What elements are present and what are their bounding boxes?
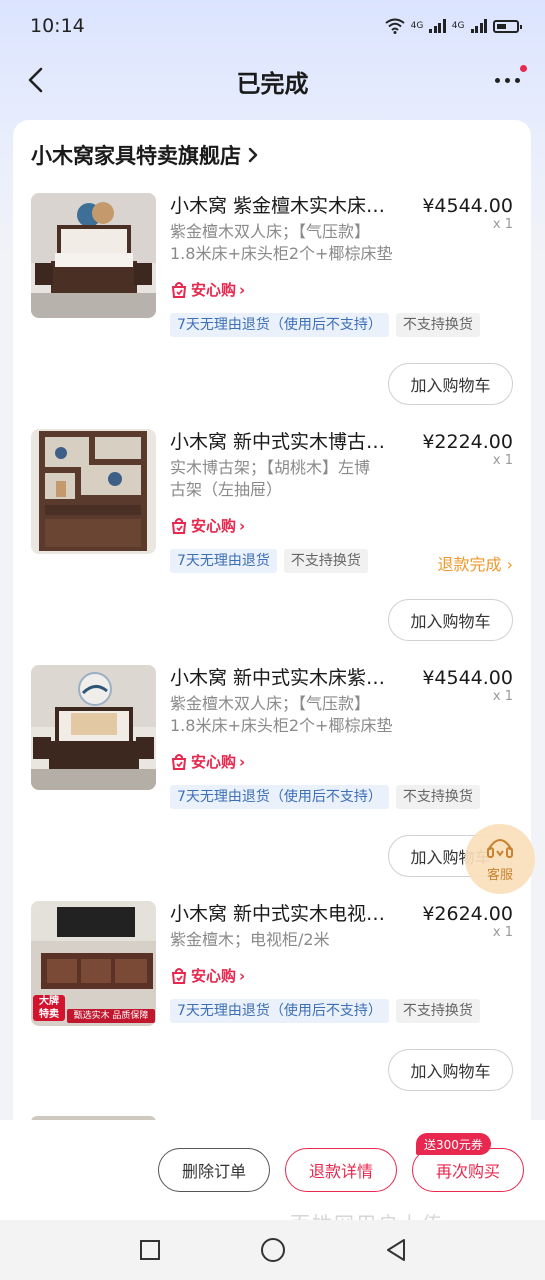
product-qty: x 1 (492, 689, 513, 704)
chevron-right-icon: › (239, 966, 246, 985)
spec-line: 1.8米床+床头柜2个+椰棕床垫 (170, 716, 393, 735)
service-tags: 7天无理由退货（使用后不支持） 不支持换货 (170, 313, 480, 337)
product-price: ¥2624.00 (422, 903, 513, 925)
headset-icon (487, 838, 513, 858)
bottom-action-bar: 删除订单 退款详情 再次购买 送300元券 百姓网用户上传 (0, 1120, 545, 1236)
assurance-badge[interactable]: 安心购 › (170, 965, 245, 986)
customer-service-label: 客服 (486, 867, 513, 883)
refund-status-link[interactable]: 退款完成 › (437, 551, 513, 575)
product-price: ¥4544.00 (422, 667, 513, 689)
chevron-right-icon: › (239, 280, 246, 299)
order-item[interactable]: 小木窝 新中式实木床紫… ¥4544.00 x 1 紫金檀木双人床；【气压款】 … (13, 665, 531, 901)
product-spec: 紫金檀木双人床；【气压款】 1.8米床+床头柜2个+椰棕床垫 (170, 693, 420, 737)
product-image[interactable] (31, 429, 156, 554)
add-to-cart-button[interactable]: 加入购物车 (388, 1049, 513, 1091)
service-tags: 7天无理由退货（使用后不支持） 不支持换货 (170, 999, 480, 1023)
store-link[interactable]: 小木窝家具特卖旗舰店 (31, 140, 259, 170)
coupon-badge: 送300元券 (416, 1133, 491, 1155)
product-image[interactable] (31, 665, 156, 790)
assurance-label: 安心购 (191, 517, 237, 535)
spec-line: 1.8米床+床头柜2个+椰棕床垫 (170, 244, 393, 263)
chevron-right-icon: › (239, 516, 246, 535)
chevron-right-icon: › (506, 555, 513, 574)
nav-bar: 已完成 (0, 52, 545, 108)
return-tag: 7天无理由退货（使用后不支持） (170, 999, 389, 1023)
spec-line: 紫金檀木双人床；【气压款】 (170, 694, 371, 713)
return-tag: 7天无理由退货（使用后不支持） (170, 313, 389, 337)
brand-sale-badge: 大牌 特卖 (33, 995, 65, 1021)
exchange-tag: 不支持换货 (283, 549, 368, 573)
assurance-label: 安心购 (191, 967, 237, 985)
product-image[interactable]: 大牌 特卖 甄选实木 品质保障 (31, 901, 156, 1026)
notification-dot (520, 65, 527, 72)
assurance-badge[interactable]: 安心购 › (170, 279, 245, 300)
spec-line: 紫金檀木；电视柜/2米 (170, 930, 330, 949)
system-navigation-bar (0, 1220, 545, 1280)
assurance-label: 安心购 (191, 753, 237, 771)
spec-line: 实木博古架；【胡桃木】左博 (170, 458, 371, 477)
assurance-badge[interactable]: 安心购 › (170, 751, 245, 772)
order-card: 小木窝家具特卖旗舰店 小木窝 紫金檀木实木床… ¥4544.00 x 1 紫金檀… (13, 120, 531, 1120)
bag-icon (171, 967, 187, 984)
exchange-tag: 不支持换货 (395, 999, 480, 1023)
status-bar: 10:14 4G 4G (0, 0, 545, 52)
product-title[interactable]: 小木窝 新中式实木博古… (170, 429, 420, 455)
product-qty: x 1 (492, 453, 513, 468)
status-time: 10:14 (30, 15, 85, 37)
network-label-2: 4G (451, 21, 465, 31)
page-title: 已完成 (236, 70, 309, 98)
signal-icon (429, 19, 446, 33)
order-item[interactable]: 小木窝 紫金檀木实木床… ¥4544.00 x 1 紫金檀木双人床；【气压款】 … (13, 193, 531, 429)
return-tag: 7天无理由退货（使用后不支持） (170, 785, 389, 809)
exchange-tag: 不支持换货 (395, 785, 480, 809)
product-spec: 紫金檀木；电视柜/2米 (170, 929, 420, 951)
add-to-cart-button[interactable]: 加入购物车 (388, 363, 513, 405)
home-icon[interactable] (259, 1236, 287, 1264)
product-title[interactable]: 小木窝 紫金檀木实木床… (170, 193, 420, 219)
product-price: ¥4544.00 (422, 195, 513, 217)
product-title[interactable]: 小木窝 新中式实木床紫… (170, 665, 420, 691)
signal-icon-2 (470, 19, 487, 33)
battery-icon (493, 19, 522, 33)
network-label-1: 4G (410, 21, 424, 31)
service-tags: 7天无理由退货 不支持换货 (170, 549, 368, 573)
bag-icon (171, 281, 187, 298)
service-tags: 7天无理由退货（使用后不支持） 不支持换货 (170, 785, 480, 809)
bag-icon (171, 517, 187, 534)
chevron-right-icon: › (239, 752, 246, 771)
chevron-right-icon (248, 147, 258, 163)
assurance-badge[interactable]: 安心购 › (170, 515, 245, 536)
product-qty: x 1 (492, 217, 513, 232)
add-to-cart-button[interactable]: 加入购物车 (388, 599, 513, 641)
product-spec: 实木博古架；【胡桃木】左博 古架（左抽屉） (170, 457, 420, 501)
recent-apps-icon[interactable] (136, 1236, 164, 1264)
order-item[interactable]: 大牌 特卖 甄选实木 品质保障 小木窝 新中式实木电视… ¥2624.00 x 1… (13, 901, 531, 1120)
quality-banner: 甄选实木 品质保障 (67, 1009, 155, 1023)
product-image[interactable] (31, 193, 156, 318)
product-price: ¥2224.00 (422, 431, 513, 453)
back-icon[interactable] (382, 1236, 410, 1264)
refund-status-label: 退款完成 (437, 555, 502, 574)
return-tag: 7天无理由退货 (170, 549, 277, 573)
product-spec: 紫金檀木双人床；【气压款】 1.8米床+床头柜2个+椰棕床垫 (170, 221, 420, 265)
order-item[interactable]: 小木窝 新中式实木博古… ¥2224.00 x 1 实木博古架；【胡桃木】左博 … (13, 429, 531, 665)
spec-line: 紫金檀木双人床；【气压款】 (170, 222, 371, 241)
bag-icon (171, 753, 187, 770)
assurance-label: 安心购 (191, 281, 237, 299)
delete-order-button[interactable]: 删除订单 (158, 1148, 270, 1192)
exchange-tag: 不支持换货 (395, 313, 480, 337)
status-icons: 4G 4G (384, 18, 522, 34)
product-title[interactable]: 小木窝 新中式实木电视… (170, 901, 420, 927)
customer-service-button[interactable]: 客服 (465, 824, 535, 894)
store-name: 小木窝家具特卖旗舰店 (31, 144, 241, 168)
product-qty: x 1 (492, 925, 513, 940)
wifi-icon (384, 18, 405, 34)
refund-detail-button[interactable]: 退款详情 (285, 1148, 397, 1192)
spec-line: 古架（左抽屉） (170, 480, 283, 499)
